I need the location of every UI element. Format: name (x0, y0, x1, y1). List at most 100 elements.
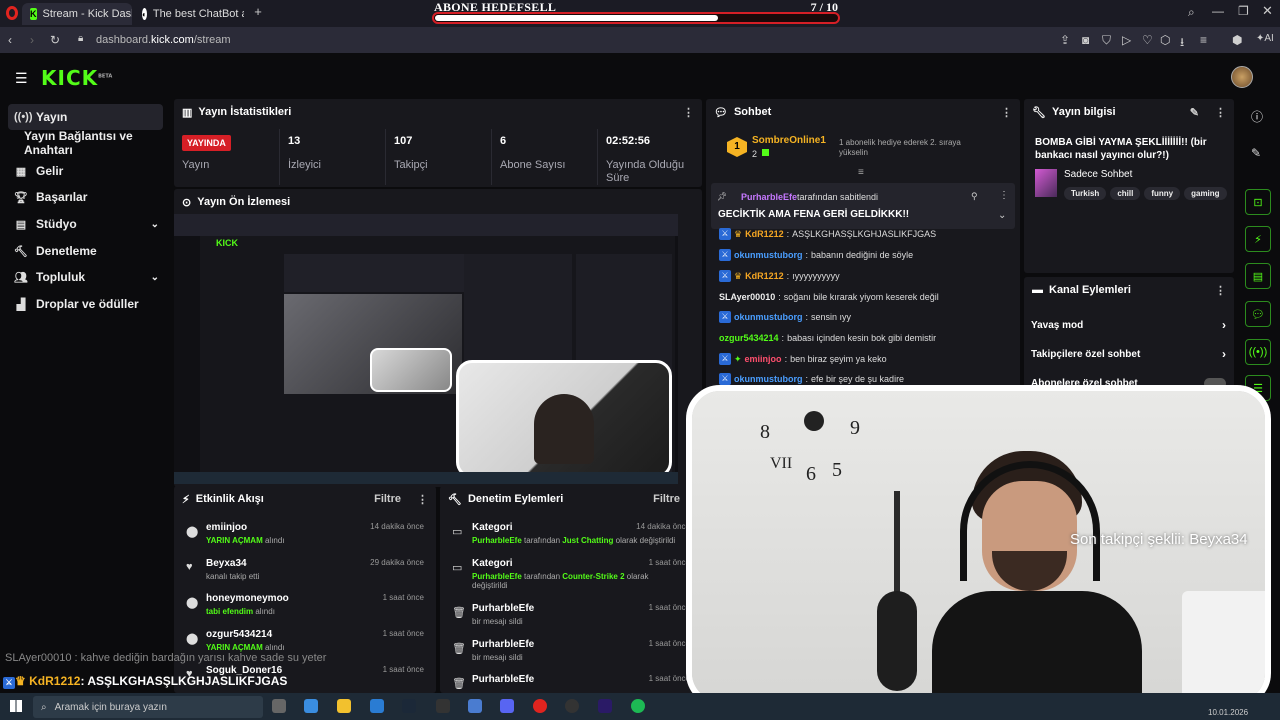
chart-icon: ▥ (182, 106, 193, 119)
edit-icon[interactable]: ✎ (1190, 106, 1199, 119)
chat-username[interactable]: emiinjoo (745, 354, 782, 364)
spotify-icon[interactable] (631, 699, 645, 713)
hamburger-menu-icon[interactable]: ☰ (15, 70, 28, 87)
more-options-icon[interactable]: ⋮ (683, 106, 694, 119)
chat-username[interactable]: KdR1212 (745, 229, 784, 239)
chat-username[interactable]: KdR1212 (745, 271, 784, 281)
bolt-icon: ⚡︎ (182, 493, 190, 506)
more-options-icon[interactable]: ⋮ (1215, 106, 1226, 119)
ai-icon[interactable]: ✦AI (1256, 33, 1274, 44)
chat-message[interactable]: ozgur5434214: babası içinden kesin bok gi… (719, 330, 1019, 346)
kick-logo[interactable]: KICKBETA (41, 66, 112, 90)
close-window-button[interactable]: ✕ (1262, 3, 1273, 19)
chat-username[interactable]: SLAyer00010 (719, 292, 775, 302)
shield-icon[interactable]: ⛉ (1102, 33, 1111, 48)
sidebar-item-basarilar[interactable]: 🏆︎ Başarılar (8, 184, 163, 210)
chevron-down-icon[interactable]: ⌄ (998, 210, 1006, 221)
chat-message[interactable]: ⚔ ✦ emiinjoo: ben biraz şeyim ya keko (719, 351, 1019, 367)
followers-only-row[interactable]: Takipçilere özel sohbet › (1031, 347, 1226, 361)
pinned-message[interactable]: 📌︎ PurharbleEfe tarafından sabitlendi ⚲ … (711, 183, 1015, 229)
play-icon[interactable]: ▷ (1122, 33, 1131, 47)
panel-title: Etkinlik Akışı (195, 493, 264, 505)
pencil-icon[interactable]: ✎ (1251, 146, 1261, 160)
tag[interactable]: gaming (1184, 187, 1227, 200)
tab-chatbot[interactable]: ◐ The best ChatBot and W (134, 3, 244, 25)
chevron-right-icon: › (1222, 347, 1226, 361)
taskbar-search-input[interactable]: ⌕ Aramak için buraya yazın (33, 696, 263, 718)
filter-button[interactable]: Filtre (374, 493, 401, 505)
outlook-icon[interactable] (370, 699, 384, 713)
user-avatar[interactable] (1231, 66, 1253, 88)
obs-icon[interactable] (565, 699, 579, 713)
sidebar-item-yayin[interactable]: ((•)) Yayın (8, 104, 163, 130)
chat-message[interactable]: ⚔ okunmustuborg: sensin ıyy (719, 309, 1019, 325)
unpin-icon[interactable]: ⚲ (971, 191, 978, 202)
more-options-icon[interactable]: ⋮ (1215, 284, 1226, 297)
desk-chair (1182, 591, 1265, 701)
tag[interactable]: Turkish (1064, 187, 1107, 200)
new-tab-button[interactable]: + (251, 5, 265, 19)
crown-badge-icon: ♛ (734, 270, 743, 281)
epic-games-icon[interactable] (436, 699, 450, 713)
opera-logo-icon[interactable] (6, 6, 18, 20)
chat-username[interactable]: okunmustuborg (734, 312, 803, 322)
info-icon[interactable]: ⓘ (1251, 108, 1263, 125)
opera-icon[interactable] (533, 699, 547, 713)
menu-icon[interactable]: ≡ (1200, 33, 1207, 47)
sidebar-item-gelir[interactable]: ▦ Gelir (8, 158, 163, 184)
chat-message[interactable]: SLAyer00010: soğanı bile kırarak yiyom ke… (719, 289, 1019, 305)
sidebar-item-studyo[interactable]: ▤ Stüdyo ⌄ (8, 211, 163, 237)
chat-username[interactable]: ozgur5434214 (719, 333, 779, 343)
top-gifter-name[interactable]: SombreOnline1 (752, 135, 826, 146)
forward-icon[interactable]: › (30, 33, 34, 47)
url-field[interactable]: dashboard.kick.com/stream (96, 34, 231, 46)
tag[interactable]: funny (1144, 187, 1181, 200)
more-options-icon[interactable]: ⋮ (1001, 106, 1012, 119)
chat-action-button[interactable]: 💬︎ (1245, 301, 1271, 327)
windows-start-icon[interactable] (10, 700, 22, 712)
back-icon[interactable]: ‹ (8, 33, 12, 47)
clock-8: 8 (760, 421, 770, 443)
sidebar-item-droplar[interactable]: ▟ Droplar ve ödüller (8, 291, 163, 317)
copilot-icon[interactable] (304, 699, 318, 713)
app-icon[interactable] (468, 699, 482, 713)
extension-icon[interactable]: ⬢ (1232, 33, 1242, 47)
chat-message[interactable]: ⚔ ♛ KdR1212: ıyyyyyyyyyy (719, 268, 1019, 284)
slow-mode-row[interactable]: Yavaş mod › (1031, 318, 1226, 332)
minimize-button[interactable]: — (1212, 4, 1224, 18)
discord-icon[interactable] (500, 699, 514, 713)
camera-action-button[interactable]: ⊡ (1245, 189, 1271, 215)
chat-username[interactable]: okunmustuborg (734, 374, 803, 384)
reload-icon[interactable]: ↻ (50, 33, 60, 47)
stat-viewers: 13 İzleyici (280, 129, 386, 185)
more-options-icon[interactable]: ⋮ (417, 493, 428, 506)
broadcast-action-button[interactable]: ((•)) (1245, 339, 1271, 365)
file-explorer-icon[interactable] (337, 699, 351, 713)
document-action-button[interactable]: ▤ (1245, 263, 1271, 289)
download-icon[interactable]: ⭳ (1180, 33, 1184, 54)
camera-icon[interactable]: ◙ (1082, 33, 1089, 47)
stat-label: İzleyici (288, 159, 322, 171)
chat-message[interactable]: ⚔ okunmustuborg: babanın dediğini de söyle (719, 247, 1019, 263)
sidebar-item-stream-key[interactable]: Yayın Bağlantısı ve Anahtarı (18, 129, 173, 157)
maximize-button[interactable]: ❐ (1238, 4, 1249, 18)
sidebar-item-topluluk[interactable]: 👥︎ Topluluk ⌄ (8, 264, 163, 290)
more-options-icon[interactable]: ⋮ (999, 190, 1009, 201)
tab-kick-dashboard[interactable]: K Stream - Kick Dashboard (22, 3, 132, 25)
cube-icon[interactable]: ⬡ (1160, 33, 1170, 47)
stream-preview-video[interactable]: KICK (174, 214, 678, 484)
search-icon[interactable]: ⌕ (1188, 5, 1195, 20)
steam-icon[interactable] (402, 699, 416, 713)
activity-highlight: tabi efendim (206, 607, 254, 616)
tag[interactable]: chill (1110, 187, 1141, 200)
premiere-icon[interactable] (598, 699, 612, 713)
share-icon[interactable]: ⇪ (1060, 33, 1070, 47)
chat-message[interactable]: ⚔ ♛ KdR1212: ASŞLKGHASŞLKGHJASLIKFJGAS (719, 226, 1019, 242)
filter-button[interactable]: Filtre (653, 493, 680, 505)
chat-username[interactable]: okunmustuborg (734, 250, 803, 260)
sidebar-item-denetleme[interactable]: 🔨︎ Denetleme (8, 238, 163, 264)
task-view-icon[interactable] (272, 699, 286, 713)
heart-icon[interactable]: ♡ (1142, 33, 1153, 47)
bolt-action-button[interactable]: ⚡︎ (1245, 226, 1271, 252)
live-badge: YAYINDA (182, 135, 231, 151)
